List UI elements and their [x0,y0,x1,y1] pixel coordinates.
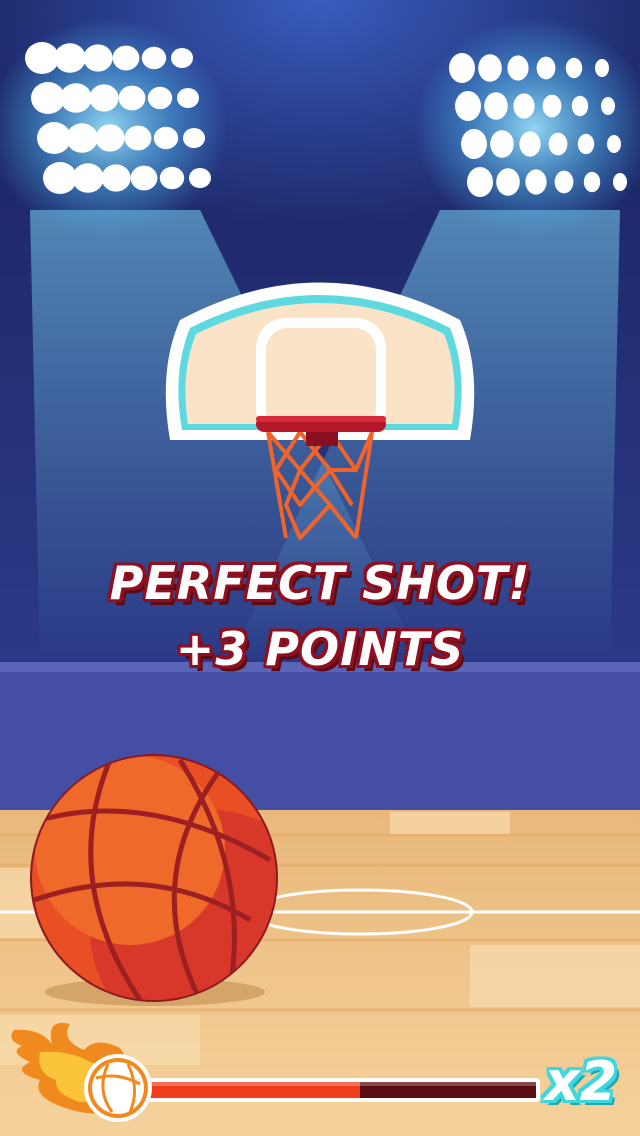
power-meter [140,1078,540,1102]
points-award-message: +3 POINTS [175,622,465,676]
perfect-shot-message: PERFECT SHOT! [109,556,531,610]
score-multiplier: x2 [544,1050,618,1113]
